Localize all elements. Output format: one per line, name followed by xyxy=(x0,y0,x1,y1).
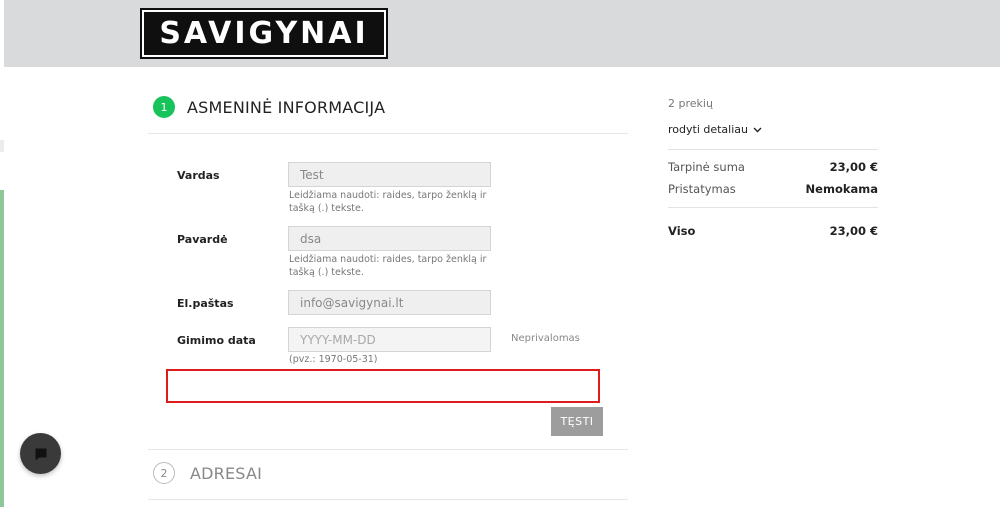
total-value: 23,00 € xyxy=(829,224,878,238)
last-name-label: Pavardė xyxy=(177,233,228,246)
logo-text: SAVIGYNAI xyxy=(159,16,369,51)
birthdate-optional-note: Neprivalomas xyxy=(511,333,580,344)
first-name-hint: Leidžiama naudoti: raides, tarpo ženklą … xyxy=(289,190,487,214)
last-name-input[interactable]: dsa xyxy=(288,226,491,251)
step-number-badge: 2 xyxy=(153,462,175,484)
chat-icon xyxy=(35,448,46,460)
shipping-label: Pristatymas xyxy=(668,182,736,196)
show-details-toggle[interactable]: rodyti detaliau xyxy=(668,123,762,136)
show-details-label: rodyti detaliau xyxy=(668,123,748,136)
shipping-value: Nemokama xyxy=(805,182,878,196)
continue-button[interactable]: TĘSTI xyxy=(551,407,603,436)
section-divider xyxy=(148,133,628,134)
summary-divider xyxy=(668,149,878,150)
birthdate-input[interactable]: YYYY-MM-DD xyxy=(288,327,491,352)
total-label: Viso xyxy=(668,224,696,238)
subtotal-row: Tarpinė suma 23,00 € xyxy=(668,160,878,174)
highlighted-empty-area xyxy=(166,369,600,403)
birthdate-hint: (pvz.: 1970-05-31) xyxy=(289,354,378,365)
step-personal-info: 1 ASMENINĖ INFORMACIJA xyxy=(153,96,385,118)
summary-divider xyxy=(668,207,878,208)
left-edge-strip xyxy=(0,190,4,507)
subtotal-label: Tarpinė suma xyxy=(668,160,745,174)
section-divider xyxy=(148,449,628,450)
total-row: Viso 23,00 € xyxy=(668,224,878,238)
step-title: ADRESAI xyxy=(190,463,263,483)
chat-button[interactable] xyxy=(20,433,61,474)
site-logo[interactable]: SAVIGYNAI xyxy=(140,8,388,59)
first-name-input[interactable]: Test xyxy=(288,162,491,187)
chevron-down-icon xyxy=(753,127,762,132)
left-edge-mark xyxy=(0,140,4,152)
first-name-label: Vardas xyxy=(177,169,220,182)
email-input[interactable]: info@savigynai.lt xyxy=(288,290,491,315)
email-label: El.paštas xyxy=(177,297,234,310)
section-divider xyxy=(148,499,628,500)
step-addresses[interactable]: 2 ADRESAI xyxy=(153,462,262,484)
shipping-row: Pristatymas Nemokama xyxy=(668,182,878,196)
subtotal-value: 23,00 € xyxy=(829,160,878,174)
last-name-hint: Leidžiama naudoti: raides, tarpo ženklą … xyxy=(289,254,487,278)
cart-item-count: 2 prekių xyxy=(668,97,713,110)
step-title: ASMENINĖ INFORMACIJA xyxy=(187,97,386,117)
step-number-badge: 1 xyxy=(153,96,175,118)
birthdate-label: Gimimo data xyxy=(177,334,256,347)
